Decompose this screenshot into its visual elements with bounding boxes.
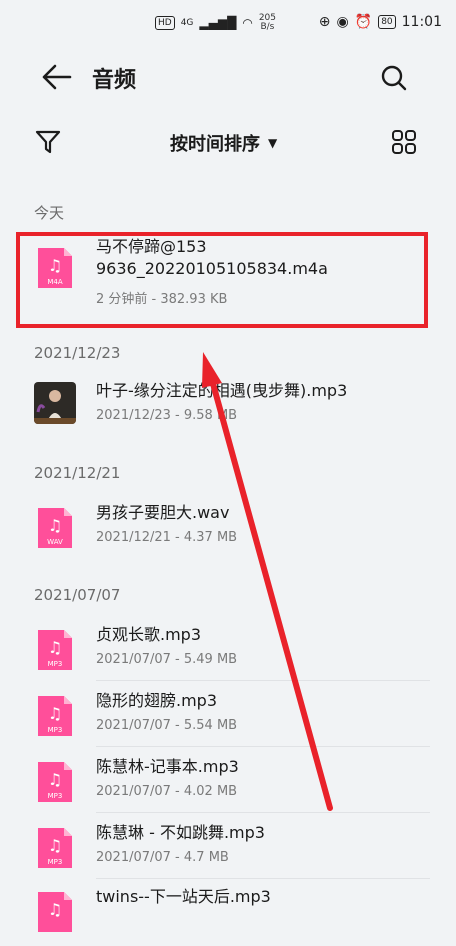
- status-bar: HD 4G ▂▄▆█ ◠ 205 B/s ⊕ ◉ ⏰ 80 11:01: [0, 0, 456, 48]
- wifi-icon: ◠: [242, 16, 253, 30]
- svg-text:♫: ♫: [48, 900, 62, 919]
- section-header-today: 今天: [34, 204, 65, 222]
- status-right: ⊕ ◉ ⏰ 80 11:01: [319, 14, 442, 30]
- mp3-file-icon: ♫ MP3: [38, 828, 72, 868]
- svg-text:♫: ♫: [48, 638, 62, 657]
- toolbar: 按时间排序 ▼: [0, 120, 456, 166]
- alarm-icon: ⏰: [354, 14, 373, 30]
- svg-text:MP3: MP3: [48, 726, 63, 734]
- wav-file-icon: ♫ WAV: [38, 508, 72, 548]
- search-icon[interactable]: [378, 62, 410, 94]
- divider: [96, 812, 430, 813]
- eye-icon: ◉: [336, 14, 349, 30]
- file-item[interactable]: ♫ MP3 隐形的翅膀.mp3 2021/07/07 - 5.54 MB: [26, 684, 430, 750]
- battery-icon: 80: [378, 15, 396, 29]
- file-name: 陈慧琳 - 不如跳舞.mp3: [96, 823, 265, 842]
- divider: [96, 746, 430, 747]
- svg-text:MP3: MP3: [48, 660, 63, 668]
- file-name: 贞观长歌.mp3: [96, 625, 202, 644]
- chevron-down-icon: ▼: [268, 136, 278, 150]
- divider: [96, 680, 430, 681]
- svg-text:♫: ♫: [48, 516, 62, 535]
- svg-text:MP3: MP3: [48, 858, 63, 866]
- svg-text:MP3: MP3: [48, 792, 63, 800]
- svg-text:♫: ♫: [48, 770, 62, 789]
- back-arrow-icon[interactable]: [40, 62, 74, 92]
- file-meta: 2021/12/23 - 9.58 MB: [96, 408, 238, 423]
- hd-icon: HD: [155, 16, 175, 30]
- grid-view-icon[interactable]: [390, 128, 418, 156]
- section-header-date: 2021/12/23: [34, 344, 121, 362]
- section-header-date: 2021/12/21: [34, 464, 121, 482]
- divider: [96, 878, 430, 879]
- file-name: 陈慧林-记事本.mp3: [96, 757, 239, 776]
- mp3-file-icon: ♫ MP3: [38, 630, 72, 670]
- svg-text:♫: ♫: [48, 704, 62, 723]
- file-name: twins--下一站天后.mp3: [96, 887, 271, 906]
- filter-icon[interactable]: [34, 128, 62, 156]
- file-item[interactable]: ♫ MP3 陈慧琳 - 不如跳舞.mp3 2021/07/07 - 4.7 MB: [26, 816, 430, 882]
- file-meta: 2021/07/07 - 4.02 MB: [96, 784, 238, 799]
- file-item[interactable]: ♫ MP3 贞观长歌.mp3 2021/07/07 - 5.49 MB: [26, 618, 430, 684]
- clock: 11:01: [401, 14, 442, 30]
- mp3-file-icon: ♫: [38, 892, 72, 932]
- file-meta: 2021/12/21 - 4.37 MB: [96, 530, 238, 545]
- svg-text:WAV: WAV: [47, 538, 63, 546]
- sort-label: 按时间排序: [170, 134, 260, 155]
- file-item[interactable]: ♫ WAV 男孩子要胆大.wav 2021/12/21 - 4.37 MB: [26, 496, 430, 562]
- network-speed: 205 B/s: [258, 13, 276, 32]
- svg-text:♫: ♫: [48, 836, 62, 855]
- file-name: 叶子-缘分注定的相遇(曳步舞).mp3: [96, 381, 348, 400]
- album-thumbnail: [34, 382, 76, 424]
- mp3-file-icon: ♫ MP3: [38, 696, 72, 736]
- sort-dropdown[interactable]: 按时间排序 ▼: [170, 130, 277, 156]
- network-label: 4G: [180, 18, 194, 28]
- file-meta: 2021/07/07 - 5.54 MB: [96, 718, 238, 733]
- file-name: 男孩子要胆大.wav: [96, 503, 230, 522]
- file-item[interactable]: ♫ MP3 陈慧林-记事本.mp3 2021/07/07 - 4.02 MB: [26, 750, 430, 816]
- file-item[interactable]: ♫ twins--下一站天后.mp3: [26, 880, 430, 946]
- top-bar: 音频: [0, 52, 456, 104]
- file-meta: 2021/07/07 - 5.49 MB: [96, 652, 238, 667]
- file-item[interactable]: 叶子-缘分注定的相遇(曳步舞).mp3 2021/12/23 - 9.58 MB: [26, 374, 430, 440]
- highlight-box: [16, 232, 428, 328]
- mp3-file-icon: ♫ MP3: [38, 762, 72, 802]
- status-left: HD 4G ▂▄▆█ ◠ 205 B/s: [155, 14, 276, 32]
- nfc-icon: ⊕: [318, 14, 331, 30]
- file-name: 隐形的翅膀.mp3: [96, 691, 218, 710]
- section-header-date: 2021/07/07: [34, 586, 121, 604]
- signal-icon: ▂▄▆█: [199, 16, 237, 30]
- page-title: 音频: [92, 68, 137, 93]
- file-meta: 2021/07/07 - 4.7 MB: [96, 850, 229, 865]
